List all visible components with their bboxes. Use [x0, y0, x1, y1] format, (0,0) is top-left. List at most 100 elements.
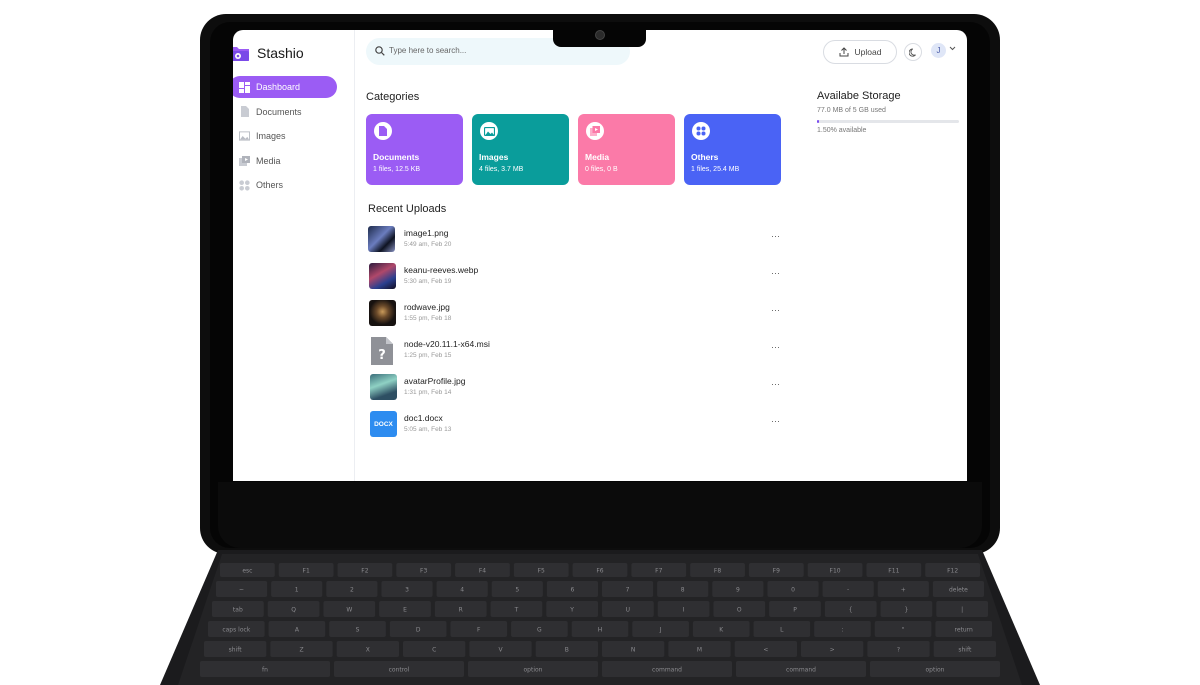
keyboard-key-label: 6 — [571, 587, 575, 594]
theme-toggle-button[interactable] — [904, 43, 922, 61]
svg-text:?: ? — [378, 348, 386, 363]
sidebar-item-label: Media — [256, 155, 281, 166]
file-date: 1:31 pm, Feb 14 — [404, 389, 452, 396]
category-name: Images — [479, 152, 509, 162]
chevron-down-icon[interactable] — [949, 46, 956, 51]
upload-label: Upload — [854, 47, 882, 57]
brand-name: Stashio — [257, 45, 304, 61]
list-item[interactable]: DOCX doc1.docx 5:05 am, Feb 13 ··· — [368, 411, 780, 441]
category-name: Media — [585, 152, 610, 162]
keyboard-key-label: X — [366, 647, 370, 654]
document-icon — [374, 122, 392, 140]
keyboard-key-label: " — [902, 627, 905, 634]
sidebar-item-label: Images — [256, 131, 286, 141]
keyboard-key-label: 7 — [626, 587, 630, 594]
keyboard-key-label: M — [697, 647, 702, 654]
file-date: 5:05 am, Feb 13 — [404, 426, 452, 433]
sidebar-item-documents[interactable]: Documents — [233, 101, 337, 123]
keyboard-key-label: W — [346, 607, 352, 614]
sidebar-item-dashboard[interactable]: Dashboard — [233, 76, 337, 98]
keyboard-key-label: command — [786, 667, 816, 674]
keyboard-key-label: { — [849, 607, 853, 614]
sidebar-item-images[interactable]: Images — [233, 125, 337, 147]
storage-progress-fill — [817, 120, 820, 123]
more-options-icon[interactable]: ··· — [771, 342, 780, 352]
keyboard-key-label: D — [416, 627, 421, 634]
keyboard-key-label: < — [763, 647, 768, 654]
camera-icon — [595, 30, 605, 40]
list-item[interactable]: image1.png 5:49 am, Feb 20 ··· — [368, 226, 780, 256]
more-options-icon[interactable]: ··· — [771, 379, 780, 389]
keyboard-key-label: | — [961, 607, 963, 614]
search-input[interactable]: Type here to search... — [389, 46, 466, 55]
list-item[interactable]: rodwave.jpg 1:55 pm, Feb 18 ··· — [368, 300, 780, 330]
keyboard-key-label: control — [389, 667, 410, 674]
image-icon — [239, 131, 250, 142]
file-thumbnail — [369, 263, 396, 289]
sidebar-nav: Dashboard Documents Images Media Others — [233, 76, 337, 199]
list-item[interactable]: keanu-reeves.webp 5:30 am, Feb 19 ··· — [368, 263, 780, 293]
keyboard-key-label: G — [537, 627, 542, 634]
category-meta: 1 files, 25.4 MB — [691, 166, 740, 173]
keyboard-key-label: fn — [262, 667, 268, 674]
keyboard-key-label: 9 — [736, 587, 740, 594]
keyboard-key-label: T — [514, 607, 519, 614]
sidebar-item-label: Dashboard — [256, 82, 301, 92]
others-icon — [692, 122, 710, 140]
keyboard-key-label: F9 — [773, 568, 780, 575]
file-name: rodwave.jpg — [404, 302, 450, 312]
keyboard-key-label: I — [683, 607, 685, 614]
keyboard-key-label: } — [905, 607, 909, 614]
app-screen: Stashio Dashboard Documents Images Media… — [233, 30, 967, 481]
avatar-initial: J — [936, 46, 941, 55]
keyboard-key-label: 2 — [350, 587, 354, 594]
keyboard-key-label: ~ — [239, 587, 244, 594]
keyboard-key-label: Q — [291, 607, 296, 614]
more-options-icon[interactable]: ··· — [771, 416, 780, 426]
list-item[interactable]: ? node-v20.11.1-x64.msi 1:25 pm, Feb 15 … — [368, 337, 780, 367]
keyboard-key-label: F12 — [947, 568, 958, 575]
keyboard-key-label: F1 — [303, 568, 310, 575]
keyboard-key-label: > — [830, 647, 835, 654]
keyboard-key-label: shift — [229, 647, 243, 654]
dashboard-icon — [239, 81, 250, 93]
keyboard-key-label: E — [403, 607, 407, 614]
keyboard-key-label: F2 — [361, 568, 368, 575]
keyboard-key-label: tab — [233, 607, 243, 614]
avatar[interactable]: J — [931, 43, 946, 58]
keyboard-key-label: H — [598, 627, 603, 634]
docx-badge: DOCX — [374, 420, 393, 428]
file-name: image1.png — [404, 228, 449, 238]
more-options-icon[interactable]: ··· — [771, 305, 780, 315]
category-card-documents[interactable]: Documents 1 files, 12.5 KB — [366, 114, 463, 185]
sidebar-item-label: Documents — [256, 106, 302, 117]
keyboard-key-label: command — [652, 667, 682, 674]
keyboard-key-label: F3 — [420, 568, 427, 575]
category-card-others[interactable]: Others 1 files, 25.4 MB — [684, 114, 781, 185]
more-options-icon[interactable]: ··· — [771, 268, 780, 278]
recent-uploads-title: Recent Uploads — [368, 203, 447, 215]
keyboard-key-label: O — [737, 607, 742, 614]
sidebar: Stashio Dashboard Documents Images Media… — [233, 30, 355, 481]
keyboard-key-label: - — [847, 587, 849, 594]
keyboard-key-label: B — [565, 647, 569, 654]
keyboard-key-label: option — [524, 667, 543, 674]
keyboard-key-label: N — [631, 647, 636, 654]
category-card-media[interactable]: Media 0 files, 0 B — [578, 114, 675, 185]
storage-available: 1.50% available — [817, 127, 867, 134]
more-options-icon[interactable]: ··· — [771, 231, 780, 241]
keyboard-key-label: return — [955, 627, 974, 634]
sidebar-item-label: Others — [256, 180, 284, 190]
keyboard-key-label: F5 — [538, 568, 545, 575]
keyboard-key-label: R — [459, 607, 463, 614]
category-card-images[interactable]: Images 4 files, 3.7 MB — [472, 114, 569, 185]
file-name: node-v20.11.1-x64.msi — [404, 339, 490, 349]
sidebar-item-media[interactable]: Media — [233, 150, 337, 172]
keyboard-key-label: 8 — [681, 587, 685, 594]
upload-button[interactable]: Upload — [823, 40, 897, 64]
list-item[interactable]: avatarProfile.jpg 1:31 pm, Feb 14 ··· — [368, 374, 780, 404]
category-meta: 4 files, 3.7 MB — [479, 166, 524, 173]
sidebar-item-others[interactable]: Others — [233, 174, 337, 196]
file-date: 5:49 am, Feb 20 — [404, 241, 452, 248]
moon-icon — [908, 48, 916, 57]
